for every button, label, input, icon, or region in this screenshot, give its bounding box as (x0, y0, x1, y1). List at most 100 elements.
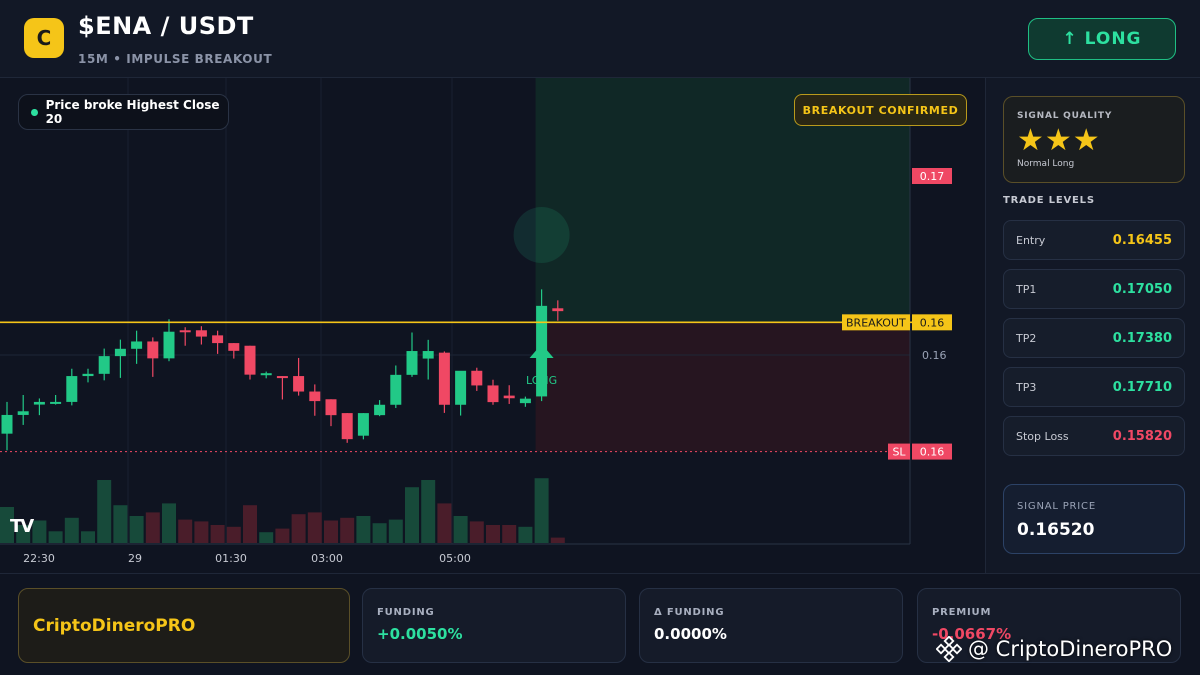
signal-glow (513, 207, 570, 263)
watermark-text: @ CriptoDineroPRO (968, 637, 1173, 661)
volume-bar (307, 512, 322, 543)
level-label: Entry (1016, 233, 1046, 247)
time-label: 03:00 (311, 552, 343, 565)
breakout-info-chip: Price broke Highest Close 20 (18, 94, 229, 130)
volume-bar (32, 520, 47, 543)
volume-bar (421, 480, 436, 543)
price-chart[interactable]: 0.17 BREAKOUT 0.16 SL 0.16 0.16 LONG 22:30 29 01:… (0, 78, 985, 573)
candlestick-chart[interactable]: 0.17 BREAKOUT 0.16 SL 0.16 0.16 LONG 22:30 29 01:… (0, 78, 985, 573)
candle-body (163, 331, 175, 359)
level-value: 0.17050 (1112, 281, 1172, 297)
volume-bar (81, 531, 95, 543)
volume-bar (48, 531, 63, 543)
pair-title: $ENA / USDT (78, 12, 254, 40)
level-row-tp2: TP2 0.17380 (1003, 318, 1185, 358)
candle-body (228, 343, 240, 351)
volume-bar (518, 526, 533, 543)
level-value: 0.17380 (1112, 330, 1172, 346)
signal-price-card: SIGNAL PRICE 0.16520 (1003, 484, 1185, 554)
candle-body (147, 341, 159, 359)
long-button[interactable]: ↑ LONG (1028, 18, 1176, 60)
volume-bar (129, 516, 144, 543)
time-label: 29 (128, 552, 142, 565)
sl-price-tag: 0.16 (920, 446, 945, 459)
volume-bar (486, 525, 500, 543)
volume-bar (372, 523, 387, 543)
watermark: @ CriptoDineroPRO (936, 632, 1172, 666)
candle-body (179, 330, 191, 333)
header: C $ENA / USDT 15M • IMPULSE BREAKOUT ↑ L… (0, 0, 1200, 78)
time-label: 01:30 (215, 552, 247, 565)
candle-body (131, 341, 143, 349)
level-row-tp3: TP3 0.17710 (1003, 367, 1185, 407)
tradingview-logo-icon: TV (10, 516, 34, 537)
candle-body (17, 411, 29, 415)
level-label: TP2 (1016, 331, 1037, 345)
volume-bar (356, 516, 371, 543)
chip-label: Price broke Highest Close 20 (45, 98, 220, 126)
volume-bar (502, 525, 517, 543)
signal-panel: SIGNAL QUALITY ★★★ Normal Long TRADE LEV… (985, 78, 1200, 573)
binance-logo-icon (936, 636, 962, 662)
volume-bar (437, 503, 452, 543)
candle-body (98, 356, 110, 374)
premium-title: PREMIUM (932, 607, 992, 618)
candle-body (390, 374, 402, 405)
signal-quality-title: SIGNAL QUALITY (1017, 111, 1113, 121)
funding-title: FUNDING (377, 607, 435, 618)
candle-body (33, 401, 45, 405)
delta-funding-card: Δ FUNDING 0.0000% (639, 588, 903, 663)
brand-logo-icon: C (24, 18, 64, 58)
timeframe-subtitle: 15M • IMPULSE BREAKOUT (78, 52, 273, 66)
volume-bar (469, 521, 484, 543)
candle-body (503, 395, 515, 399)
candle-body (50, 401, 62, 404)
funding-value: +0.0050% (377, 625, 463, 643)
candle-body (114, 348, 126, 357)
delta-funding-value: 0.0000% (654, 625, 727, 643)
volume-bar (275, 528, 290, 543)
long-marker-label: LONG (526, 374, 557, 387)
signal-quality-card: SIGNAL QUALITY ★★★ Normal Long (1003, 96, 1185, 183)
candle-body (244, 345, 256, 375)
time-label: 22:30 (23, 552, 55, 565)
volume-bar (194, 521, 209, 543)
volume-bar (178, 519, 193, 543)
candle-body (374, 404, 386, 416)
current-price-tag: 0.17 (920, 170, 945, 183)
breakout-label: BREAKOUT (846, 316, 906, 329)
time-label: 05:00 (439, 552, 471, 565)
candle-body (471, 370, 483, 386)
volume-bar (97, 480, 112, 543)
level-label: TP1 (1016, 282, 1037, 296)
volume-bar (145, 512, 160, 543)
volume-bar (243, 505, 257, 543)
volume-bar (64, 517, 79, 543)
signal-price-value: 0.16520 (1017, 520, 1095, 540)
volume-bar (210, 525, 225, 543)
volume-bar (162, 503, 176, 543)
signal-quality-subtitle: Normal Long (1017, 159, 1075, 169)
volume-bar (453, 516, 468, 543)
delta-funding-title: Δ FUNDING (654, 607, 725, 618)
volume-bar (534, 478, 549, 543)
candle-body (293, 376, 305, 392)
candle-body (1, 414, 13, 434)
volume-bar (550, 537, 565, 543)
candle-body (357, 413, 369, 436)
funding-card: FUNDING +0.0050% (362, 588, 626, 663)
level-row-stop-loss: Stop Loss 0.15820 (1003, 416, 1185, 456)
volume-bar (324, 520, 338, 543)
candle-body (438, 352, 450, 405)
candle-body (260, 373, 272, 376)
volume-bar (226, 526, 241, 543)
level-label: TP3 (1016, 380, 1037, 394)
level-row-entry: Entry 0.16455 (1003, 220, 1185, 260)
candle-body (212, 335, 224, 344)
candle-body (422, 351, 434, 359)
signal-price-title: SIGNAL PRICE (1017, 501, 1096, 512)
candle-body (341, 413, 353, 440)
trade-levels-title: TRADE LEVELS (1003, 195, 1095, 206)
grid-price-label: 0.16 (922, 349, 947, 362)
candle-body (487, 385, 499, 403)
